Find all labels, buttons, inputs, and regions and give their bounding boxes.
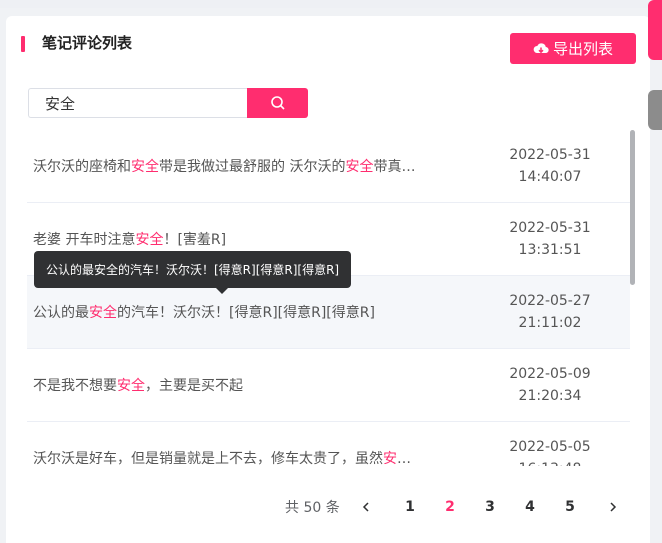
comment-text: 老婆 开车时注意安全！[害羞R] [27,229,467,249]
comment-timestamp: 2022-05-31 14:40:07 [505,144,595,188]
comment-list[interactable]: 沃尔沃的座椅和安全带是我做过最舒服的 沃尔沃的安全带真… 2022-05-31 14… [27,130,630,466]
page-number-2[interactable]: 2 [440,496,460,518]
comment-text-segment: 沃尔沃的座椅和 [33,159,131,175]
comment-time: 14:40:07 [518,169,582,185]
side-tab[interactable] [648,0,662,60]
search-input[interactable] [28,88,248,118]
side-tab-secondary[interactable] [648,90,662,130]
page-number-3[interactable]: 3 [480,496,500,518]
comment-row[interactable]: 不是我不想要安全，主要是买不起 2022-05-09 21:20:34 [27,349,630,422]
comment-text-segment: 老婆 开车时注意 [33,232,136,248]
comment-time: 21:11:02 [518,315,582,331]
comment-text-segment: 带真… [373,159,416,175]
search-icon [270,96,285,110]
comment-timestamp: 2022-05-27 21:11:02 [505,290,595,334]
comment-time: 16:13:48 [505,458,595,466]
comment-date: 2022-05-31 [509,220,591,236]
comment-text-segment: … [397,451,411,466]
comment-text-segment: 不是我不想要 [33,378,117,394]
page-title: 笔记评论列表 [42,34,133,52]
comment-time: 21:20:34 [518,388,582,404]
comment-tooltip: 公认的最安全的汽车！沃尔沃！[得意R][得意R][得意R] [34,251,352,288]
cloud-download-icon [533,42,549,53]
keyword-highlight: 安全 [117,378,145,394]
comment-row[interactable]: 沃尔沃的座椅和安全带是我做过最舒服的 沃尔沃的安全带真… 2022-05-31 14… [27,130,630,203]
page-number-5[interactable]: 5 [560,496,580,518]
comment-date: 2022-05-09 [509,366,591,382]
comment-text-segment: 公认的最 [33,305,89,321]
top-strip [0,0,662,8]
page-number-4[interactable]: 4 [520,496,540,518]
comment-text: 沃尔沃的座椅和安全带是我做过最舒服的 沃尔沃的安全带真… [27,156,467,176]
comment-text-segment: 带是我做过最舒服的 沃尔沃的 [159,159,346,175]
comment-timestamp: 2022-05-31 13:31:51 [505,217,595,261]
next-page-button[interactable] [603,496,623,518]
export-list-label: 导出列表 [552,40,613,58]
comment-text: 不是我不想要安全，主要是买不起 [27,375,467,395]
comment-row[interactable]: 沃尔沃是好车，但是销量就是上不去，修车太贵了，虽然安… 2022-05-05 16:… [27,422,630,466]
chevron-right-icon [610,502,617,512]
tooltip-arrow [216,288,228,294]
comment-text-segment: ！[害羞R] [163,232,227,248]
comment-time: 13:31:51 [518,242,582,258]
comment-date: 2022-05-27 [509,293,591,309]
comment-text-segment: 沃尔沃是好车，但是销量就是上不去，修车太贵了，虽然 [33,451,383,466]
pagination-total: 共 50 条 [285,500,340,516]
keyword-highlight: 安全 [131,159,159,175]
chevron-left-icon [362,502,369,512]
keyword-highlight: 安 [383,451,397,466]
keyword-highlight: 安全 [345,159,374,175]
keyword-highlight: 安全 [89,305,117,321]
comment-text: 公认的最安全的汽车！沃尔沃！[得意R][得意R][得意R] [27,302,467,322]
search-button[interactable] [247,88,308,118]
comment-date: 2022-05-05 [509,439,591,455]
comment-text: 沃尔沃是好车，但是销量就是上不去，修车太贵了，虽然安… [27,448,467,466]
title-accent-bar [21,36,25,52]
comment-text-segment: 的汽车！沃尔沃！[得意R][得意R][得意R] [117,305,375,321]
comment-date: 2022-05-31 [509,147,591,163]
prev-page-button[interactable] [356,496,376,518]
comment-timestamp: 2022-05-09 21:20:34 [505,363,595,407]
scrollbar-thumb[interactable] [630,130,635,285]
comment-timestamp: 2022-05-05 16:13:48 [505,436,595,466]
comment-text-segment: ，主要是买不起 [145,378,243,394]
page-number-1[interactable]: 1 [400,496,420,518]
export-list-button[interactable]: 导出列表 [510,33,636,64]
keyword-highlight: 安全 [135,232,164,248]
